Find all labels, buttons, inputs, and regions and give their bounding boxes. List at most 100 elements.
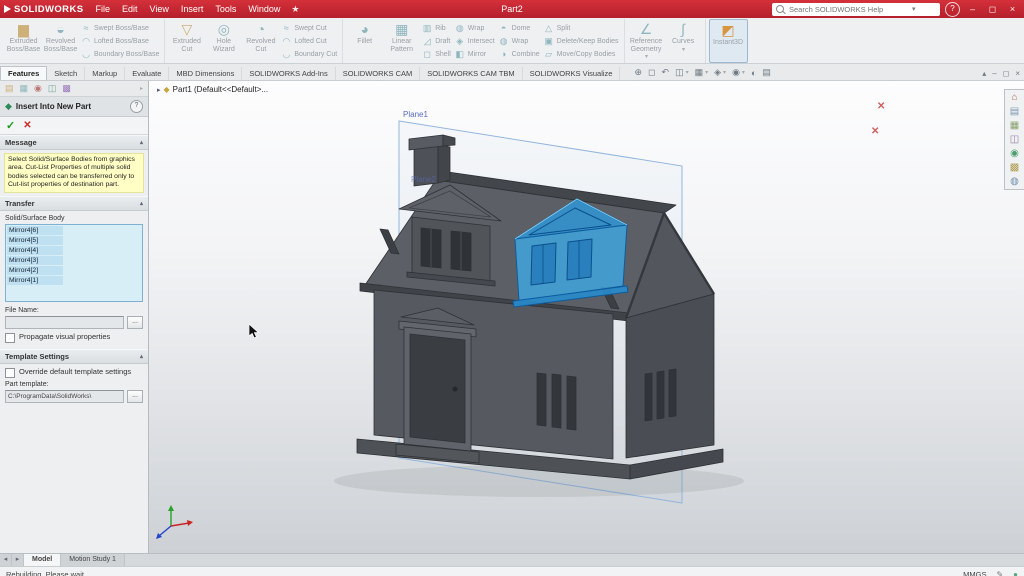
dome-button[interactable]: ◓ Dome [499, 22, 540, 34]
dropdown-caret-icon[interactable]: ▾ [686, 69, 689, 76]
file-name-input[interactable] [5, 316, 124, 329]
message-section-header[interactable]: Message ▴ [0, 135, 148, 150]
zoom-to-fit-icon[interactable]: ⊕ [634, 67, 642, 78]
tab-scroll-left-icon[interactable]: ◂ [0, 554, 12, 566]
graphics-area[interactable]: Plane1 [149, 81, 1024, 553]
displaymanager-tab-icon[interactable]: ▩ [62, 83, 71, 94]
boundary-cut-button[interactable]: ◡ Boundary Cut [281, 48, 337, 60]
plane1-label[interactable]: Plane1 [403, 110, 428, 119]
help-button[interactable]: ? [945, 2, 960, 17]
list-item[interactable]: Mirror4[4] [7, 246, 63, 255]
menu-tools[interactable]: Tools [209, 2, 242, 16]
feature-tree-flyout[interactable]: ▸ ◆ Part1 (Default<<Default>... [157, 85, 268, 94]
help-search-box[interactable]: ▾ [772, 3, 940, 16]
boundary-boss-base-button[interactable]: ◡ Boundary Boss/Base [81, 48, 159, 60]
override-template-checkbox[interactable] [5, 368, 15, 378]
list-item[interactable]: Mirror4[1] [7, 276, 63, 285]
edit-appearance-icon[interactable]: ◐ [751, 68, 756, 78]
design-library-icon[interactable]: ▤ [1010, 106, 1019, 117]
hide-show-items-icon[interactable]: ◉ [732, 67, 740, 78]
tab-markup[interactable]: Markup [85, 67, 125, 80]
display-style-icon[interactable]: ◈ [714, 67, 721, 78]
tab-solidworks-visualize[interactable]: SOLIDWORKS Visualize [523, 67, 621, 80]
instant3d-button[interactable]: ◩ Instant3D [709, 19, 748, 63]
linear-pattern-button[interactable]: ▦ Linear Pattern [383, 19, 420, 63]
move-copy-bodies-button[interactable]: ▱ Move/Copy Bodies [544, 48, 619, 60]
dropdown-caret-icon[interactable]: ▾ [742, 69, 745, 76]
appearances-icon[interactable]: ◉ [1010, 148, 1019, 159]
tab-evaluate[interactable]: Evaluate [125, 67, 169, 80]
rib-button[interactable]: ▥ Rib [422, 22, 451, 34]
tab-scroll-right-icon[interactable]: ▸ [12, 554, 24, 566]
side-window-slat[interactable] [657, 371, 664, 419]
wrap-button[interactable]: ◍ Wrap [455, 22, 495, 34]
intersect-button[interactable]: ◈ Intersect [455, 35, 495, 47]
panel-expand-caret-icon[interactable]: ▸ [140, 85, 143, 92]
wrap-button-2[interactable]: ◍ Wrap [499, 35, 540, 47]
search-caret-icon[interactable]: ▾ [912, 5, 916, 13]
selected-dormer-window[interactable] [567, 239, 592, 280]
tab-model[interactable]: Model [24, 554, 61, 566]
close-button[interactable]: × [1005, 4, 1020, 14]
menu-view[interactable]: View [143, 2, 174, 16]
lofted-boss-base-button[interactable]: ◠ Lofted Boss/Base [81, 35, 159, 47]
custom-properties-icon[interactable]: ▩ [1010, 162, 1019, 173]
cancel-button[interactable]: ✕ [23, 120, 31, 131]
maximize-button[interactable]: ◻ [985, 4, 1000, 15]
breadcrumb[interactable]: Part1 (Default<<Default>... [173, 85, 268, 94]
chimney-side[interactable] [438, 144, 450, 183]
combine-button[interactable]: ◑ Combine [499, 48, 540, 60]
fillet-button[interactable]: ◕ Fillet [346, 19, 383, 63]
units-selector[interactable]: MMGS [963, 570, 986, 576]
list-item[interactable]: Mirror4[5] [7, 236, 63, 245]
revolved-boss-base-button[interactable]: ◒ Revolved Boss/Base [42, 19, 79, 63]
swept-cut-button[interactable]: ≈ Swept Cut [281, 22, 337, 34]
section-view-icon[interactable]: ◫ [675, 67, 684, 78]
swept-boss-base-button[interactable]: ≈ Swept Boss/Base [81, 22, 159, 34]
menu-file[interactable]: File [89, 2, 116, 16]
pin-menu-star-icon[interactable]: ★ [286, 4, 304, 15]
reference-geometry-button[interactable]: ∠ Reference Geometry ▾ [628, 19, 665, 63]
selected-dormer-window[interactable] [531, 243, 556, 285]
collapse-ribbon-icon[interactable]: ▴ [982, 69, 986, 78]
dropdown-caret-icon[interactable]: ▾ [723, 69, 726, 76]
propertymanager-tab-icon[interactable]: ▦ [20, 83, 29, 94]
configurationmanager-tab-icon[interactable]: ◉ [34, 83, 42, 94]
forum-icon[interactable]: ◍ [1010, 176, 1019, 187]
extruded-boss-base-button[interactable]: ▆ Extruded Boss/Base [5, 19, 42, 63]
body-selection-listbox[interactable]: Mirror4[6] Mirror4[5] Mirror4[4] Mirror4… [5, 224, 143, 302]
file-explorer-icon[interactable]: ▦ [1010, 120, 1019, 131]
doc-minimize-icon[interactable]: – [992, 69, 996, 78]
tab-motion-study[interactable]: Motion Study 1 [61, 554, 125, 566]
hole-wizard-button[interactable]: ◎ Hole Wizard [205, 19, 242, 63]
side-window-slat[interactable] [645, 373, 652, 421]
tab-features[interactable]: Features [0, 66, 47, 80]
minimize-button[interactable]: – [965, 4, 980, 14]
menu-edit[interactable]: Edit [116, 2, 144, 16]
mirror-button[interactable]: ◧ Mirror [455, 48, 495, 60]
menu-insert[interactable]: Insert [175, 2, 210, 16]
template-settings-header[interactable]: Template Settings ▴ [0, 349, 148, 364]
list-item[interactable]: Mirror4[3] [7, 256, 63, 265]
revolved-cut-button[interactable]: ◔ Revolved Cut [242, 19, 279, 63]
view-orientation-icon[interactable]: ▦ [695, 67, 704, 78]
front-window-slat[interactable] [537, 373, 546, 426]
doc-restore-icon[interactable]: ◻ [1003, 69, 1010, 78]
menu-window[interactable]: Window [242, 2, 286, 16]
edit-sketch-icon[interactable]: ✎ [996, 570, 1003, 576]
dimxpertmanager-tab-icon[interactable]: ◫ [48, 83, 57, 94]
split-button[interactable]: △ Split [544, 22, 619, 34]
pm-help-icon[interactable]: ? [130, 100, 143, 113]
curves-button[interactable]: ∫ Curves ▾ [665, 19, 702, 63]
lofted-cut-button[interactable]: ◠ Lofted Cut [281, 35, 337, 47]
part-template-input[interactable]: C:\ProgramData\SolidWorks\ [5, 390, 124, 403]
apply-scene-icon[interactable]: ▤ [762, 67, 771, 78]
front-window-slat[interactable] [552, 374, 561, 428]
part-template-browse-button[interactable]: ... [127, 390, 143, 403]
propagate-checkbox[interactable] [5, 333, 15, 343]
file-name-browse-button[interactable]: ... [127, 316, 143, 329]
shell-button[interactable]: ◻ Shell [422, 48, 451, 60]
list-item[interactable]: Mirror4[6] [7, 226, 63, 235]
zoom-to-area-icon[interactable]: ◻ [648, 67, 655, 78]
view-palette-icon[interactable]: ◫ [1010, 134, 1019, 145]
